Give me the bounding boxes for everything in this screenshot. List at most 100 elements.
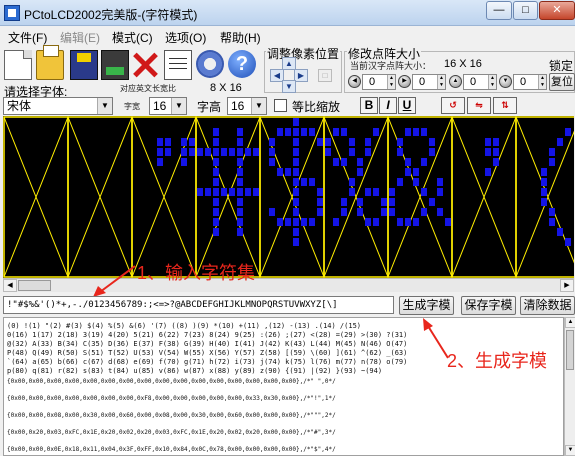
menu-help[interactable]: 帮助(H) (220, 29, 261, 46)
glyph-pixel (365, 188, 371, 196)
height-select[interactable]: 16 ▼ (227, 97, 267, 115)
glyph-cell-diagonal (515, 130, 574, 278)
underline-button[interactable]: U (398, 97, 416, 114)
menu-mode[interactable]: 模式(C) (112, 29, 153, 46)
glyph-pixel (293, 128, 299, 136)
chevron-down-icon[interactable]: ▼ (251, 98, 266, 114)
center-icon[interactable]: □ (318, 69, 332, 82)
move-right-icon[interactable]: ▶ (294, 69, 308, 82)
delete-icon[interactable] (131, 50, 159, 80)
glyph-pixel (405, 218, 411, 226)
save-as-icon[interactable] (101, 50, 129, 80)
menu-file[interactable]: 文件(F) (8, 29, 47, 46)
menu-options[interactable]: 选项(O) (165, 29, 206, 46)
width-select[interactable]: 16 ▼ (149, 97, 187, 115)
close-button[interactable]: ✕ (539, 1, 575, 20)
monospace-checkbox[interactable] (274, 99, 287, 112)
glyph-pixel (549, 208, 555, 216)
italic-button[interactable]: I (379, 97, 397, 114)
glyph-pixel (165, 148, 171, 156)
current-size-value: 16 X 16 (444, 58, 482, 70)
glyph-pixel (493, 158, 499, 166)
data-row: {0x00,0x00,0x00,0x00,0x00,0x00,0x00,0xF8… (7, 395, 336, 402)
minimize-button[interactable]: — (486, 1, 512, 20)
font-select-value: 宋体 (7, 99, 32, 113)
scroll-down-icon[interactable]: ▼ (565, 445, 575, 456)
glyph-pixel (541, 168, 547, 176)
spin-arrows-icon[interactable]: ▲ ▼ (437, 75, 445, 89)
data-row: {0x00,0x00,0x0E,0x18,0x11,0x04,0x3F,0xFF… (7, 446, 336, 453)
charset-input[interactable]: !"#$%&'()*+,-./0123456789:;<=>?@ABCDEFGH… (3, 296, 394, 314)
glyph-pixel (237, 138, 243, 146)
glyph-pixel (213, 128, 219, 136)
height-spin-2[interactable]: 0 ▲ ▼ (513, 74, 547, 90)
output-text-area[interactable]: (0) !(1) "(2) #(3) $(4) %(5) &(6) '(7) (… (3, 317, 564, 456)
glyph-pixel (357, 208, 363, 216)
open-icon[interactable] (36, 45, 64, 80)
reset-button[interactable]: 复位 (549, 73, 575, 91)
glyph-pixel (341, 158, 347, 166)
width-spin-2[interactable]: 0 ▲ ▼ (412, 74, 446, 90)
scroll-right-icon[interactable]: ▶ (560, 279, 574, 292)
glyph-pixel (485, 148, 491, 156)
glyph-pixel (309, 178, 315, 186)
glyph-pixel (357, 168, 363, 176)
chevron-down-icon[interactable]: ▼ (97, 98, 112, 114)
maximize-button[interactable]: □ (513, 1, 538, 20)
save-icon[interactable] (70, 50, 98, 80)
glyph-pixel (549, 148, 555, 156)
glyph-pixel (237, 188, 243, 196)
chevron-down-icon[interactable]: ▼ (171, 98, 186, 114)
height-spin-1[interactable]: 0 ▲ ▼ (463, 74, 497, 90)
glyph-pixel (341, 128, 347, 136)
glyph-pixel (493, 138, 499, 146)
settings-icon[interactable] (196, 50, 224, 78)
glyph-pixel (237, 148, 243, 156)
width-spin-2-value: 0 (419, 76, 426, 88)
help-icon[interactable]: ? (228, 50, 256, 78)
glyph-pixel (557, 138, 563, 146)
glyph-pixel (565, 128, 571, 136)
height-decrease-icon[interactable]: ▲ (449, 75, 462, 88)
preview-scrollbar[interactable]: ◀ ▶ (3, 278, 574, 292)
scroll-thumb[interactable] (18, 280, 51, 291)
save-button[interactable]: 保存字模 (461, 296, 516, 315)
move-down-icon[interactable]: ▼ (282, 80, 296, 93)
glyph-pixel (309, 218, 315, 226)
spin-arrows-icon[interactable]: ▲ ▼ (488, 75, 496, 89)
width-decrease-icon[interactable]: ◀ (348, 75, 361, 88)
height-increase-icon[interactable]: ▼ (499, 75, 512, 88)
generate-button[interactable]: 生成字模 (399, 296, 454, 315)
bold-button[interactable]: B (360, 97, 378, 114)
title-bar: PCtoLCD2002完美版-(字符模式) — □ ✕ (0, 0, 575, 26)
font-select[interactable]: 宋体 ▼ (3, 97, 113, 115)
new-icon[interactable] (4, 50, 32, 80)
glyph-pixel (301, 218, 307, 226)
glyph-pixel (373, 218, 379, 226)
mirror-icon[interactable]: ⇅ (493, 97, 517, 114)
flip-icon[interactable]: ⇋ (467, 97, 491, 114)
glyph-pixel (373, 188, 379, 196)
glyph-pixel (277, 168, 283, 176)
glyph-pixel (237, 168, 243, 176)
en-ratio-value: 8 X 16 (210, 82, 242, 94)
scroll-left-icon[interactable]: ◀ (3, 279, 17, 292)
notes-icon[interactable] (164, 50, 192, 80)
glyph-pixel (421, 188, 427, 196)
menu-edit[interactable]: 编辑(E) (60, 29, 100, 46)
output-scrollbar[interactable]: ▲ ▼ (564, 317, 575, 456)
scroll-up-icon[interactable]: ▲ (565, 317, 575, 328)
width-increase-icon[interactable]: ▶ (398, 75, 411, 88)
rotate-icon[interactable]: ↺ (441, 97, 465, 114)
glyph-pixel (301, 178, 307, 186)
width-spin-1[interactable]: 0 ▲ ▼ (362, 74, 396, 90)
glyph-pixel (421, 158, 427, 166)
app-icon (4, 5, 20, 21)
glyph-pixel (285, 218, 291, 226)
clear-button[interactable]: 清除数据 (520, 296, 575, 315)
spin-arrows-icon[interactable]: ▲ ▼ (538, 75, 546, 89)
scroll-thumb[interactable] (566, 330, 574, 370)
spin-arrows-icon[interactable]: ▲ ▼ (387, 75, 395, 89)
glyph-pixel (237, 198, 243, 206)
glyph-pixel (565, 238, 571, 246)
